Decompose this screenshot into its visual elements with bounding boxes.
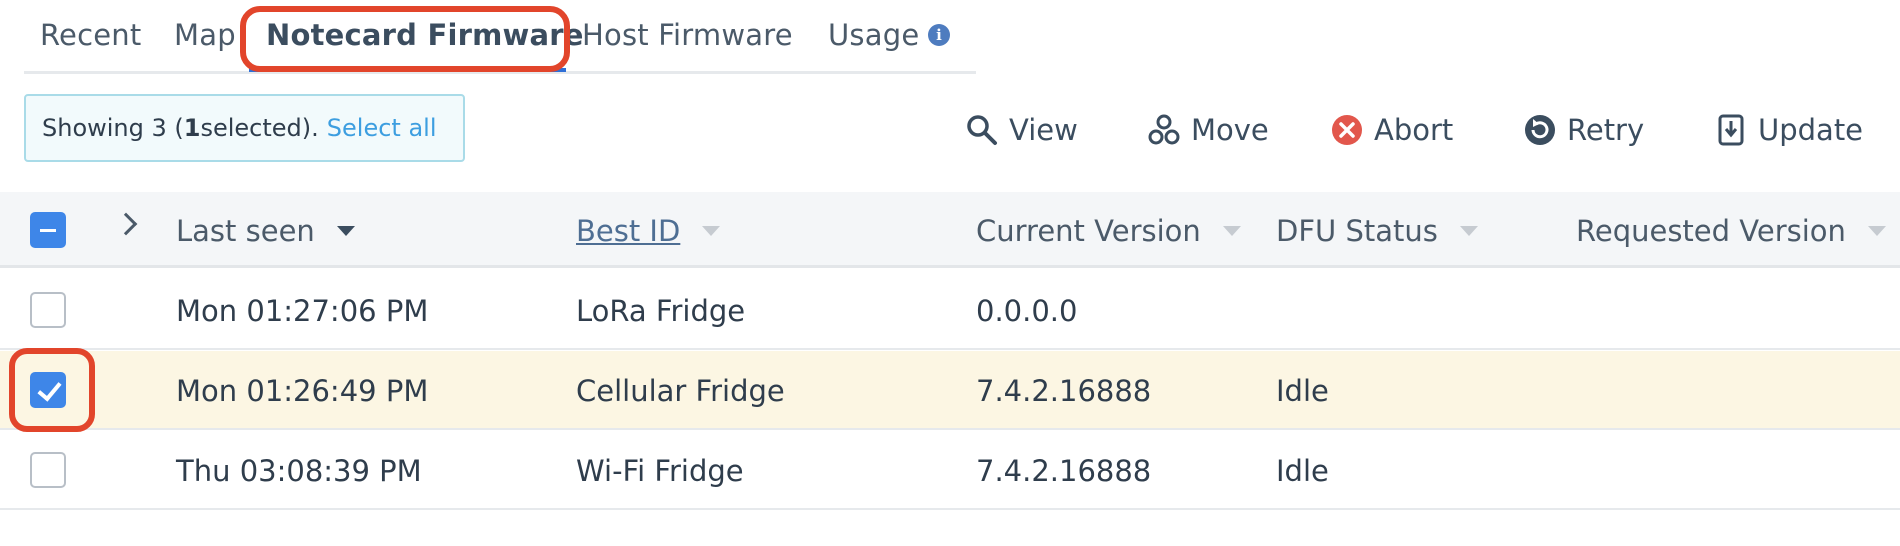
sort-caret-icon <box>702 226 721 236</box>
current-version-cell: 7.4.2.16888 <box>976 454 1152 488</box>
sort-desc-icon <box>336 226 355 236</box>
retry-label: Retry <box>1567 113 1645 147</box>
selection-prefix: Showing 3 ( <box>42 114 184 142</box>
update-icon <box>1718 114 1744 146</box>
tab-map[interactable]: Map <box>174 18 236 52</box>
selection-suffix: selected). <box>200 114 319 142</box>
select-all-checkbox[interactable] <box>30 212 66 248</box>
view-label: View <box>1009 113 1078 147</box>
last-seen-cell: Mon 01:27:06 PM <box>176 294 429 328</box>
selection-summary: Showing 3 (1 selected). Select all <box>24 94 465 162</box>
info-icon[interactable]: i <box>928 24 950 46</box>
current-version-cell: 0.0.0.0 <box>976 294 1078 328</box>
update-button[interactable]: Update <box>1714 108 1863 152</box>
tab-highlight-annotation <box>240 6 570 72</box>
table-header: Last seen Best ID Current Version DFU St… <box>0 192 1900 268</box>
expand-all-chevron-icon[interactable] <box>114 212 138 236</box>
checkbox-highlight-annotation <box>9 348 95 432</box>
retry-button[interactable]: Retry <box>1523 108 1644 152</box>
last-seen-cell: Mon 01:26:49 PM <box>176 374 429 408</box>
abort-label: Abort <box>1374 113 1454 147</box>
column-current-version[interactable]: Current Version <box>976 214 1241 248</box>
update-label: Update <box>1758 113 1864 147</box>
column-best-id[interactable]: Best ID <box>576 214 721 248</box>
retry-icon <box>1525 115 1555 145</box>
table-row[interactable]: Mon 01:27:06 PM LoRa Fridge 0.0.0.0 <box>0 271 1900 350</box>
best-id-cell: Cellular Fridge <box>576 374 785 408</box>
move-icon <box>1148 114 1180 145</box>
sort-caret-icon <box>1222 226 1241 236</box>
view-button[interactable]: View <box>965 108 1078 152</box>
table-row-selected[interactable]: Mon 01:26:49 PM Cellular Fridge 7.4.2.16… <box>0 351 1900 430</box>
table-row[interactable]: Thu 03:08:39 PM Wi-Fi Fridge 7.4.2.16888… <box>0 431 1900 510</box>
tab-host-firmware[interactable]: Host Firmware <box>582 18 793 52</box>
column-requested-version[interactable]: Requested Version <box>1576 214 1886 248</box>
search-icon <box>967 115 997 145</box>
best-id-cell: Wi-Fi Fridge <box>576 454 744 488</box>
move-button[interactable]: Move <box>1147 108 1269 152</box>
column-dfu-status[interactable]: DFU Status <box>1276 214 1478 248</box>
selection-count: 1 <box>183 114 201 142</box>
dfu-status-cell: Idle <box>1276 374 1329 408</box>
select-all-link[interactable]: Select all <box>327 114 437 142</box>
tab-usage[interactable]: Usage <box>828 18 919 52</box>
last-seen-cell: Thu 03:08:39 PM <box>176 454 422 488</box>
sort-caret-icon <box>1867 226 1886 236</box>
tab-recent[interactable]: Recent <box>40 18 141 52</box>
dfu-status-cell: Idle <box>1276 454 1329 488</box>
sort-caret-icon <box>1459 226 1478 236</box>
move-label: Move <box>1191 113 1269 147</box>
row-checkbox[interactable] <box>30 292 66 328</box>
abort-button[interactable]: Abort <box>1330 108 1453 152</box>
best-id-cell: LoRa Fridge <box>576 294 746 328</box>
current-version-cell: 7.4.2.16888 <box>976 374 1152 408</box>
row-checkbox[interactable] <box>30 452 66 488</box>
column-last-seen[interactable]: Last seen <box>176 214 355 248</box>
abort-icon <box>1332 115 1362 145</box>
